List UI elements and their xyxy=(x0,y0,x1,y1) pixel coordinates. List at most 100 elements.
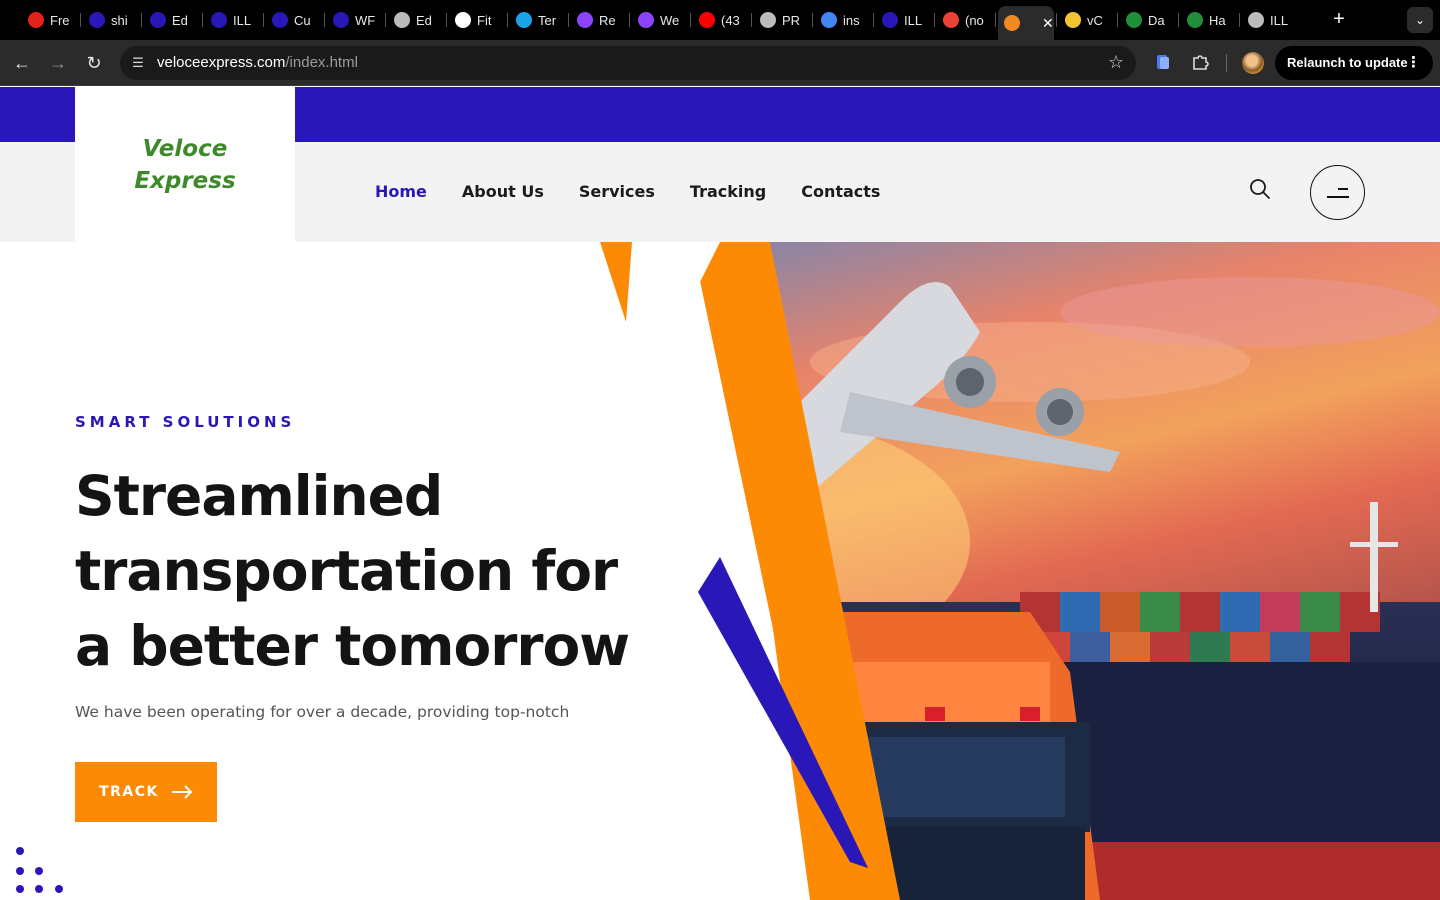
browser-tab[interactable]: ILL xyxy=(1242,6,1297,34)
tab-separator xyxy=(873,13,874,27)
nav-services[interactable]: Services xyxy=(579,182,655,201)
tab-title: ILL xyxy=(1270,12,1289,28)
tab-title: Fre xyxy=(50,12,70,28)
relaunch-button[interactable]: Relaunch to update ⋮ xyxy=(1275,46,1433,80)
browser-tab[interactable]: vC xyxy=(1059,6,1114,34)
site-icon xyxy=(272,12,288,28)
tab-separator xyxy=(263,13,264,27)
profile-avatar[interactable] xyxy=(1242,52,1264,74)
extensions-puzzle-icon[interactable] xyxy=(1190,52,1210,72)
tab-title: (no xyxy=(965,12,984,28)
browser-tab[interactable]: ILL xyxy=(876,6,931,34)
gmail-icon xyxy=(943,12,959,28)
hero-logistics-image xyxy=(600,242,1440,900)
browser-tab[interactable]: Ed xyxy=(144,6,199,34)
heart-icon xyxy=(577,12,593,28)
tab-separator xyxy=(995,13,996,27)
browser-tab[interactable]: ✕ xyxy=(998,6,1054,40)
more-menu-icon[interactable]: ⋮ xyxy=(1406,46,1421,80)
canva-icon xyxy=(516,12,532,28)
reload-icon[interactable]: ↻ xyxy=(82,51,106,75)
hero-title-line-3: a better tomorrow xyxy=(75,614,630,678)
browser-tab[interactable]: Da xyxy=(1120,6,1175,34)
arrow-right-icon xyxy=(171,785,193,799)
extension-docs-icon[interactable] xyxy=(1153,52,1173,72)
track-button-label: TRACK xyxy=(99,784,159,800)
site-icon xyxy=(211,12,227,28)
browser-tab[interactable]: Cu xyxy=(266,6,321,34)
site-logo[interactable]: Veloce Express xyxy=(75,87,295,242)
browser-tab[interactable]: shi xyxy=(83,6,138,34)
site-icon xyxy=(89,12,105,28)
toolbar-divider xyxy=(1226,54,1227,72)
browser-tab[interactable]: ILL xyxy=(205,6,260,34)
browser-tab[interactable]: Re xyxy=(571,6,626,34)
new-tab-button[interactable]: + xyxy=(1328,8,1350,30)
address-bar[interactable]: ☰ veloceexpress.com/index.html ☆ xyxy=(120,46,1136,80)
nav-about-us[interactable]: About Us xyxy=(462,182,544,201)
browser-tab[interactable]: (no xyxy=(937,6,992,34)
tab-separator xyxy=(80,13,81,27)
browser-tab[interactable]: PR xyxy=(754,6,809,34)
search-icon[interactable] xyxy=(1248,177,1272,201)
tab-separator xyxy=(1056,13,1057,27)
tab-title: Da xyxy=(1148,12,1165,28)
main-nav: Home About Us Services Tracking Contacts xyxy=(375,182,915,201)
globe-icon xyxy=(394,12,410,28)
tab-separator xyxy=(1117,13,1118,27)
tab-title: shi xyxy=(111,12,128,28)
web-page: Veloce Express Home About Us Services Tr… xyxy=(0,87,1440,900)
tab-separator xyxy=(324,13,325,27)
hero-title-line-2: transportation for xyxy=(75,539,618,603)
close-tab-icon[interactable]: ✕ xyxy=(1042,15,1054,32)
hero-description: We have been operating for over a decade… xyxy=(75,703,570,721)
openai-icon xyxy=(455,12,471,28)
hero-title-line-1: Streamlined xyxy=(75,464,443,528)
nav-tracking[interactable]: Tracking xyxy=(690,182,766,201)
browser-tab[interactable]: Fit xyxy=(449,6,504,34)
site-settings-icon[interactable]: ☰ xyxy=(130,55,146,71)
tab-separator xyxy=(812,13,813,27)
browser-tab[interactable]: Ed xyxy=(388,6,443,34)
tab-title: Ed xyxy=(416,12,432,28)
site-icon xyxy=(1004,15,1020,31)
globe-icon xyxy=(760,12,776,28)
hero-eyebrow: SMART SOLUTIONS xyxy=(75,413,296,431)
tab-separator xyxy=(507,13,508,27)
nav-contacts[interactable]: Contacts xyxy=(801,182,880,201)
browser-tab[interactable]: (43 xyxy=(693,6,748,34)
tab-title: (43 xyxy=(721,12,740,28)
relaunch-label: Relaunch to update xyxy=(1287,55,1408,70)
browser-tab[interactable]: Ha xyxy=(1181,6,1236,34)
tab-title: ILL xyxy=(233,12,252,28)
logo-line-2: Express xyxy=(134,167,236,194)
globe-icon xyxy=(1248,12,1264,28)
tab-title: Fit xyxy=(477,12,492,28)
tab-separator xyxy=(934,13,935,27)
tab-separator xyxy=(141,13,142,27)
site-icon xyxy=(333,12,349,28)
browser-tab[interactable]: We xyxy=(632,6,687,34)
tab-search-button[interactable]: ⌄ xyxy=(1407,7,1433,33)
forward-icon[interactable]: → xyxy=(46,51,70,75)
back-icon[interactable]: ← xyxy=(10,51,34,75)
browser-tab[interactable]: ins xyxy=(815,6,870,34)
youtube-icon xyxy=(699,12,715,28)
site-icon xyxy=(882,12,898,28)
tab-title: Ed xyxy=(172,12,188,28)
menu-toggle-button[interactable] xyxy=(1310,165,1365,220)
bookmark-star-icon[interactable]: ☆ xyxy=(1108,52,1124,73)
site-icon xyxy=(1126,12,1142,28)
browser-tab[interactable]: Ter xyxy=(510,6,565,34)
browser-tab[interactable]: WF xyxy=(327,6,382,34)
tab-separator xyxy=(446,13,447,27)
tab-separator xyxy=(1178,13,1179,27)
track-button[interactable]: TRACK xyxy=(75,762,217,822)
tab-title: Ha xyxy=(1209,12,1226,28)
nav-home[interactable]: Home xyxy=(375,182,427,201)
google-icon xyxy=(821,12,837,28)
tab-separator xyxy=(629,13,630,27)
url-text[interactable]: veloceexpress.com/index.html xyxy=(157,54,358,71)
site-icon xyxy=(1187,12,1203,28)
browser-tab[interactable]: Fre xyxy=(22,6,77,34)
